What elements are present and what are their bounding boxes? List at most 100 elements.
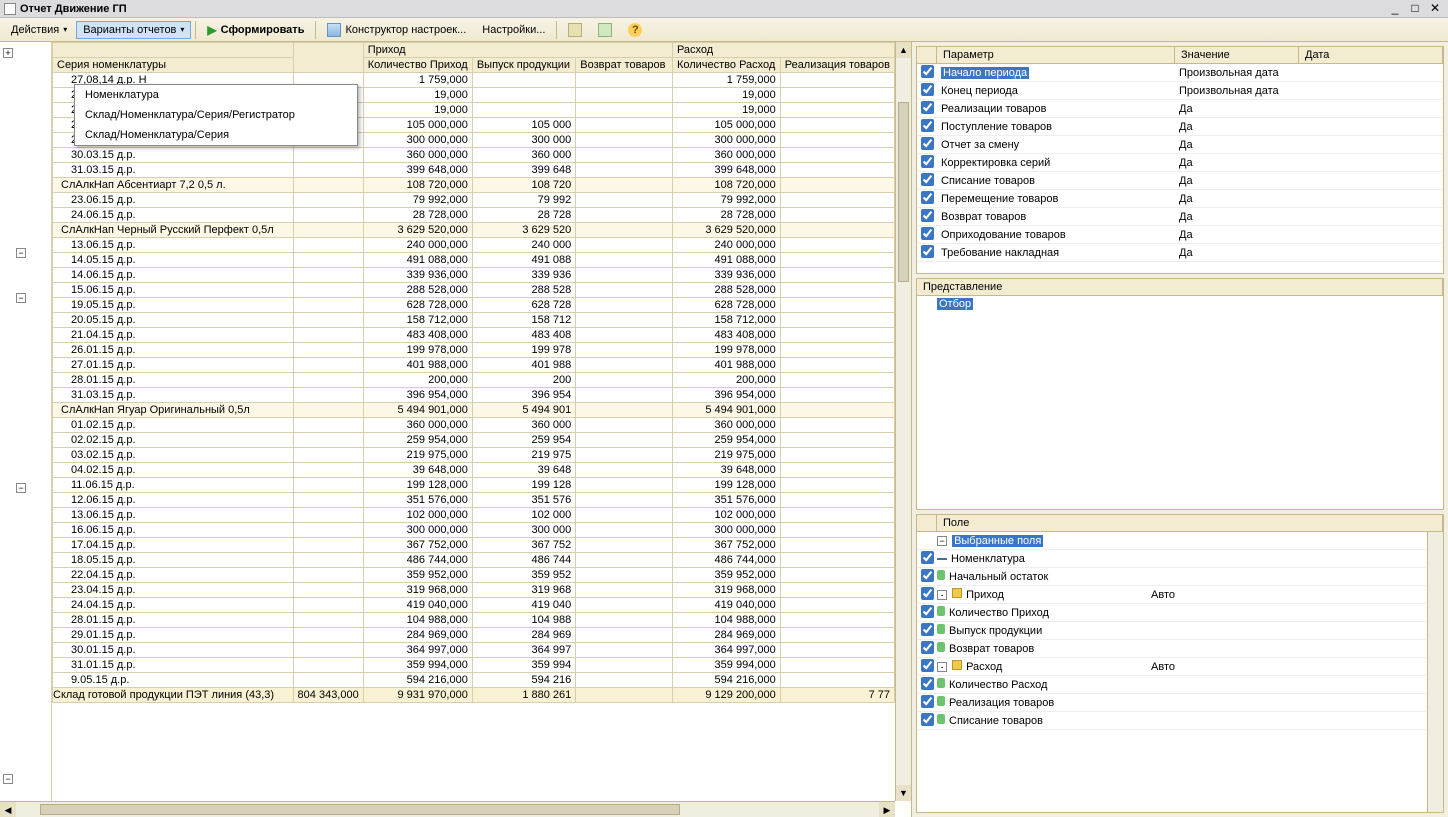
cell[interactable]: [576, 313, 673, 328]
cell[interactable]: [576, 463, 673, 478]
cell[interactable]: 360 000,000: [363, 148, 472, 163]
cell[interactable]: [576, 448, 673, 463]
cell[interactable]: 105 000: [472, 118, 575, 133]
cell[interactable]: 219 975,000: [672, 448, 780, 463]
cell[interactable]: [780, 523, 894, 538]
cell[interactable]: 339 936: [472, 268, 575, 283]
cell[interactable]: 359 952: [472, 568, 575, 583]
cell[interactable]: [293, 313, 363, 328]
cell[interactable]: [293, 178, 363, 193]
cell[interactable]: [293, 388, 363, 403]
cell[interactable]: 259 954,000: [363, 433, 472, 448]
row-name[interactable]: 30.01.15 д.р.: [53, 643, 294, 658]
row-name[interactable]: 20.05.15 д.р.: [53, 313, 294, 328]
param-row[interactable]: Оприходование товаров Да: [917, 226, 1443, 244]
cell[interactable]: [293, 343, 363, 358]
cell[interactable]: 594 216,000: [363, 673, 472, 688]
cell[interactable]: [780, 178, 894, 193]
cell[interactable]: 594 216: [472, 673, 575, 688]
row-name[interactable]: 28.01.15 д.р.: [53, 373, 294, 388]
constructor-button[interactable]: Конструктор настроек...: [320, 20, 473, 40]
cell[interactable]: 360 000,000: [672, 148, 780, 163]
cell[interactable]: 79 992,000: [363, 193, 472, 208]
row-name[interactable]: 29.01.15 д.р.: [53, 628, 294, 643]
cell[interactable]: 104 988,000: [363, 613, 472, 628]
cell[interactable]: 486 744,000: [672, 553, 780, 568]
minimize-button[interactable]: _: [1386, 2, 1404, 16]
cell[interactable]: 1 880 261: [472, 688, 575, 703]
cell[interactable]: 300 000,000: [672, 523, 780, 538]
cell[interactable]: 219 975,000: [363, 448, 472, 463]
field-row[interactable]: - Приход Авто: [917, 586, 1427, 604]
field-row[interactable]: Выпуск продукции: [917, 622, 1427, 640]
cell[interactable]: 300 000,000: [363, 523, 472, 538]
param-row[interactable]: Отчет за смену Да: [917, 136, 1443, 154]
cell[interactable]: 486 744: [472, 553, 575, 568]
field-checkbox[interactable]: [921, 605, 934, 618]
field-checkbox[interactable]: [921, 623, 934, 636]
param-value[interactable]: Да: [1175, 157, 1299, 169]
collapse-toggle[interactable]: −: [16, 293, 26, 303]
cell[interactable]: 28 728: [472, 208, 575, 223]
cell[interactable]: [576, 118, 673, 133]
cell[interactable]: 401 988,000: [363, 358, 472, 373]
cell[interactable]: 108 720,000: [672, 178, 780, 193]
cell[interactable]: [293, 478, 363, 493]
cell[interactable]: 360 000,000: [363, 418, 472, 433]
cell[interactable]: [780, 358, 894, 373]
header-return[interactable]: Возврат товаров: [576, 58, 673, 73]
scrollbar-vertical[interactable]: [1427, 532, 1443, 812]
cell[interactable]: 401 988: [472, 358, 575, 373]
cell[interactable]: [780, 298, 894, 313]
param-row[interactable]: Поступление товаров Да: [917, 118, 1443, 136]
cell[interactable]: [576, 478, 673, 493]
param-value[interactable]: Да: [1175, 103, 1299, 115]
cell[interactable]: [576, 298, 673, 313]
row-name[interactable]: 04.02.15 д.р.: [53, 463, 294, 478]
cell[interactable]: 359 994: [472, 658, 575, 673]
param-value[interactable]: Да: [1175, 247, 1299, 259]
cell[interactable]: [576, 223, 673, 238]
param-checkbox[interactable]: [921, 65, 934, 78]
cell[interactable]: [293, 673, 363, 688]
cell[interactable]: [780, 613, 894, 628]
cell[interactable]: 39 648: [472, 463, 575, 478]
cell[interactable]: 108 720,000: [363, 178, 472, 193]
cell[interactable]: [293, 538, 363, 553]
cell[interactable]: 105 000,000: [672, 118, 780, 133]
cell[interactable]: 240 000,000: [363, 238, 472, 253]
row-name[interactable]: 31.01.15 д.р.: [53, 658, 294, 673]
row-name[interactable]: 13.06.15 д.р.: [53, 238, 294, 253]
cell[interactable]: 288 528,000: [363, 283, 472, 298]
cell[interactable]: 158 712,000: [363, 313, 472, 328]
cell[interactable]: 1 759,000: [672, 73, 780, 88]
cell[interactable]: [780, 418, 894, 433]
param-row[interactable]: Перемещение товаров Да: [917, 190, 1443, 208]
cell[interactable]: [293, 328, 363, 343]
cell[interactable]: [293, 208, 363, 223]
cell[interactable]: 102 000: [472, 508, 575, 523]
param-row[interactable]: Конец периода Произвольная дата: [917, 82, 1443, 100]
cell[interactable]: 351 576: [472, 493, 575, 508]
cell[interactable]: [576, 688, 673, 703]
cell[interactable]: 284 969: [472, 628, 575, 643]
params-head-value[interactable]: Значение: [1175, 47, 1299, 63]
row-name[interactable]: 9.05.15 д.р.: [53, 673, 294, 688]
cell[interactable]: [293, 658, 363, 673]
cell[interactable]: [780, 538, 894, 553]
cell[interactable]: 628 728,000: [363, 298, 472, 313]
row-name[interactable]: 22.04.15 д.р.: [53, 568, 294, 583]
cell[interactable]: 39 648,000: [672, 463, 780, 478]
cell[interactable]: 628 728,000: [672, 298, 780, 313]
cell[interactable]: [293, 163, 363, 178]
cell[interactable]: 5 494 901,000: [363, 403, 472, 418]
fields-root[interactable]: − Выбранные поля: [917, 532, 1427, 550]
cell[interactable]: [576, 73, 673, 88]
field-row[interactable]: Реализация товаров: [917, 694, 1427, 712]
cell[interactable]: 102 000,000: [363, 508, 472, 523]
param-value[interactable]: Да: [1175, 139, 1299, 151]
cell[interactable]: [576, 508, 673, 523]
row-name[interactable]: 18.05.15 д.р.: [53, 553, 294, 568]
cell[interactable]: 104 988,000: [672, 613, 780, 628]
cell[interactable]: 396 954,000: [363, 388, 472, 403]
